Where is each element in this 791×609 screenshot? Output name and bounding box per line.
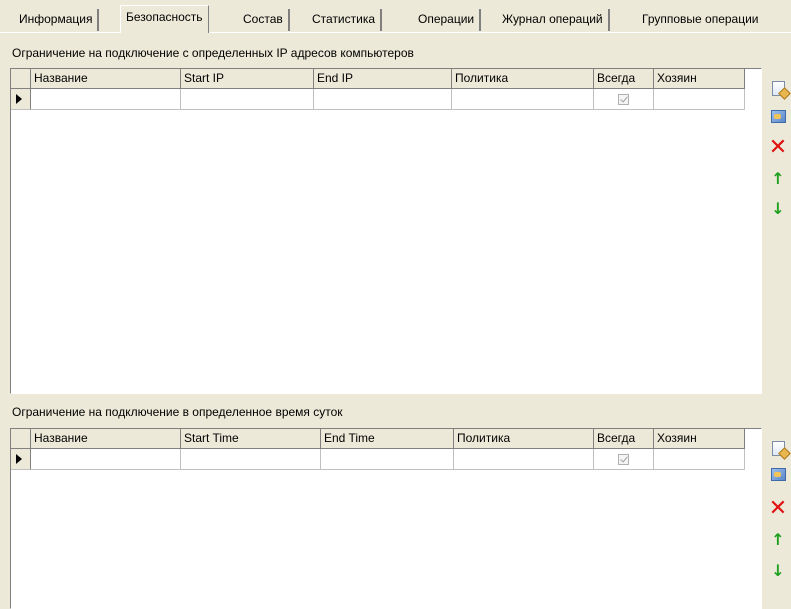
ip-section-title: Ограничение на подключение с определенны… [12, 46, 414, 60]
header-policy[interactable]: Политика [452, 69, 594, 89]
time-section-title: Ограничение на подключение в определенно… [12, 405, 343, 419]
header-policy[interactable]: Политика [454, 429, 594, 449]
move-up-button[interactable]: ↑ [766, 166, 790, 190]
header-indicator-cell [11, 429, 31, 449]
always-checkbox[interactable] [618, 93, 629, 105]
header-indicator-cell [11, 69, 31, 89]
cell-policy[interactable] [454, 449, 594, 470]
cell-start-ip[interactable] [181, 89, 314, 110]
header-start-ip[interactable]: Start IP [181, 69, 314, 89]
header-name[interactable]: Название [31, 69, 181, 89]
row-indicator [11, 449, 31, 470]
header-name[interactable]: Название [31, 429, 181, 449]
table-row[interactable] [11, 449, 745, 470]
tab-operations-log[interactable]: Журнал операций [497, 9, 610, 31]
tab-info[interactable]: Информация [14, 9, 100, 31]
time-grid-header: Название Start Time End Time Политика Вс… [11, 429, 745, 449]
cell-name[interactable] [31, 449, 181, 470]
move-down-button[interactable]: ↓ [766, 196, 790, 220]
header-end-ip[interactable]: End IP [314, 69, 452, 89]
time-grid-toolbar: ✕ ↑ ↓ [766, 432, 791, 592]
header-owner[interactable]: Хозяин [654, 429, 745, 449]
cell-start-time[interactable] [181, 449, 321, 470]
edit-record-button[interactable] [766, 462, 790, 486]
edit-record-button[interactable] [766, 104, 790, 128]
current-row-arrow-icon [16, 454, 22, 464]
tab-statistics[interactable]: Статистика [307, 9, 383, 31]
edit-image-icon [770, 467, 786, 481]
row-indicator [11, 89, 31, 110]
edit-image-icon [770, 109, 786, 123]
ip-grid-toolbar: ✕ ↑ ↓ [766, 74, 791, 234]
tab-security[interactable]: Безопасность [120, 5, 209, 33]
time-restrictions-grid[interactable]: Название Start Time End Time Политика Вс… [10, 428, 762, 609]
table-row[interactable] [11, 89, 745, 110]
tab-bar: Информация Безопасность Состав Статистик… [0, 0, 791, 36]
delete-icon: ✕ [768, 496, 788, 521]
cell-owner[interactable] [654, 449, 745, 470]
delete-record-button[interactable]: ✕ [766, 136, 790, 160]
cell-end-time[interactable] [321, 449, 454, 470]
move-up-icon: ↑ [771, 168, 785, 188]
move-down-button[interactable]: ↓ [766, 558, 790, 582]
ip-restrictions-grid[interactable]: Название Start IP End IP Политика Всегда… [10, 68, 762, 394]
cell-always[interactable] [594, 449, 654, 470]
move-up-button[interactable]: ↑ [766, 527, 790, 551]
new-document-icon [771, 80, 785, 96]
add-record-button[interactable] [766, 436, 790, 460]
tab-group-operations[interactable]: Групповые операции [637, 9, 764, 31]
cell-owner[interactable] [654, 89, 745, 110]
new-document-icon [771, 440, 785, 456]
cell-policy[interactable] [452, 89, 594, 110]
header-start-time[interactable]: Start Time [181, 429, 321, 449]
move-down-icon: ↓ [771, 198, 785, 218]
cell-name[interactable] [31, 89, 181, 110]
header-always[interactable]: Всегда [594, 429, 654, 449]
move-up-icon: ↑ [771, 529, 785, 549]
delete-icon: ✕ [768, 135, 788, 160]
tab-composition[interactable]: Состав [238, 9, 290, 31]
cell-always[interactable] [594, 89, 654, 110]
current-row-arrow-icon [16, 94, 22, 104]
delete-record-button[interactable]: ✕ [766, 497, 790, 521]
cell-end-ip[interactable] [314, 89, 452, 110]
header-owner[interactable]: Хозяин [654, 69, 745, 89]
header-always[interactable]: Всегда [594, 69, 654, 89]
header-end-time[interactable]: End Time [321, 429, 454, 449]
ip-grid-header: Название Start IP End IP Политика Всегда… [11, 69, 745, 89]
move-down-icon: ↓ [771, 560, 785, 580]
tab-operations[interactable]: Операции [413, 9, 482, 31]
tab-underline [0, 32, 791, 33]
add-record-button[interactable] [766, 76, 790, 100]
always-checkbox[interactable] [618, 453, 629, 465]
